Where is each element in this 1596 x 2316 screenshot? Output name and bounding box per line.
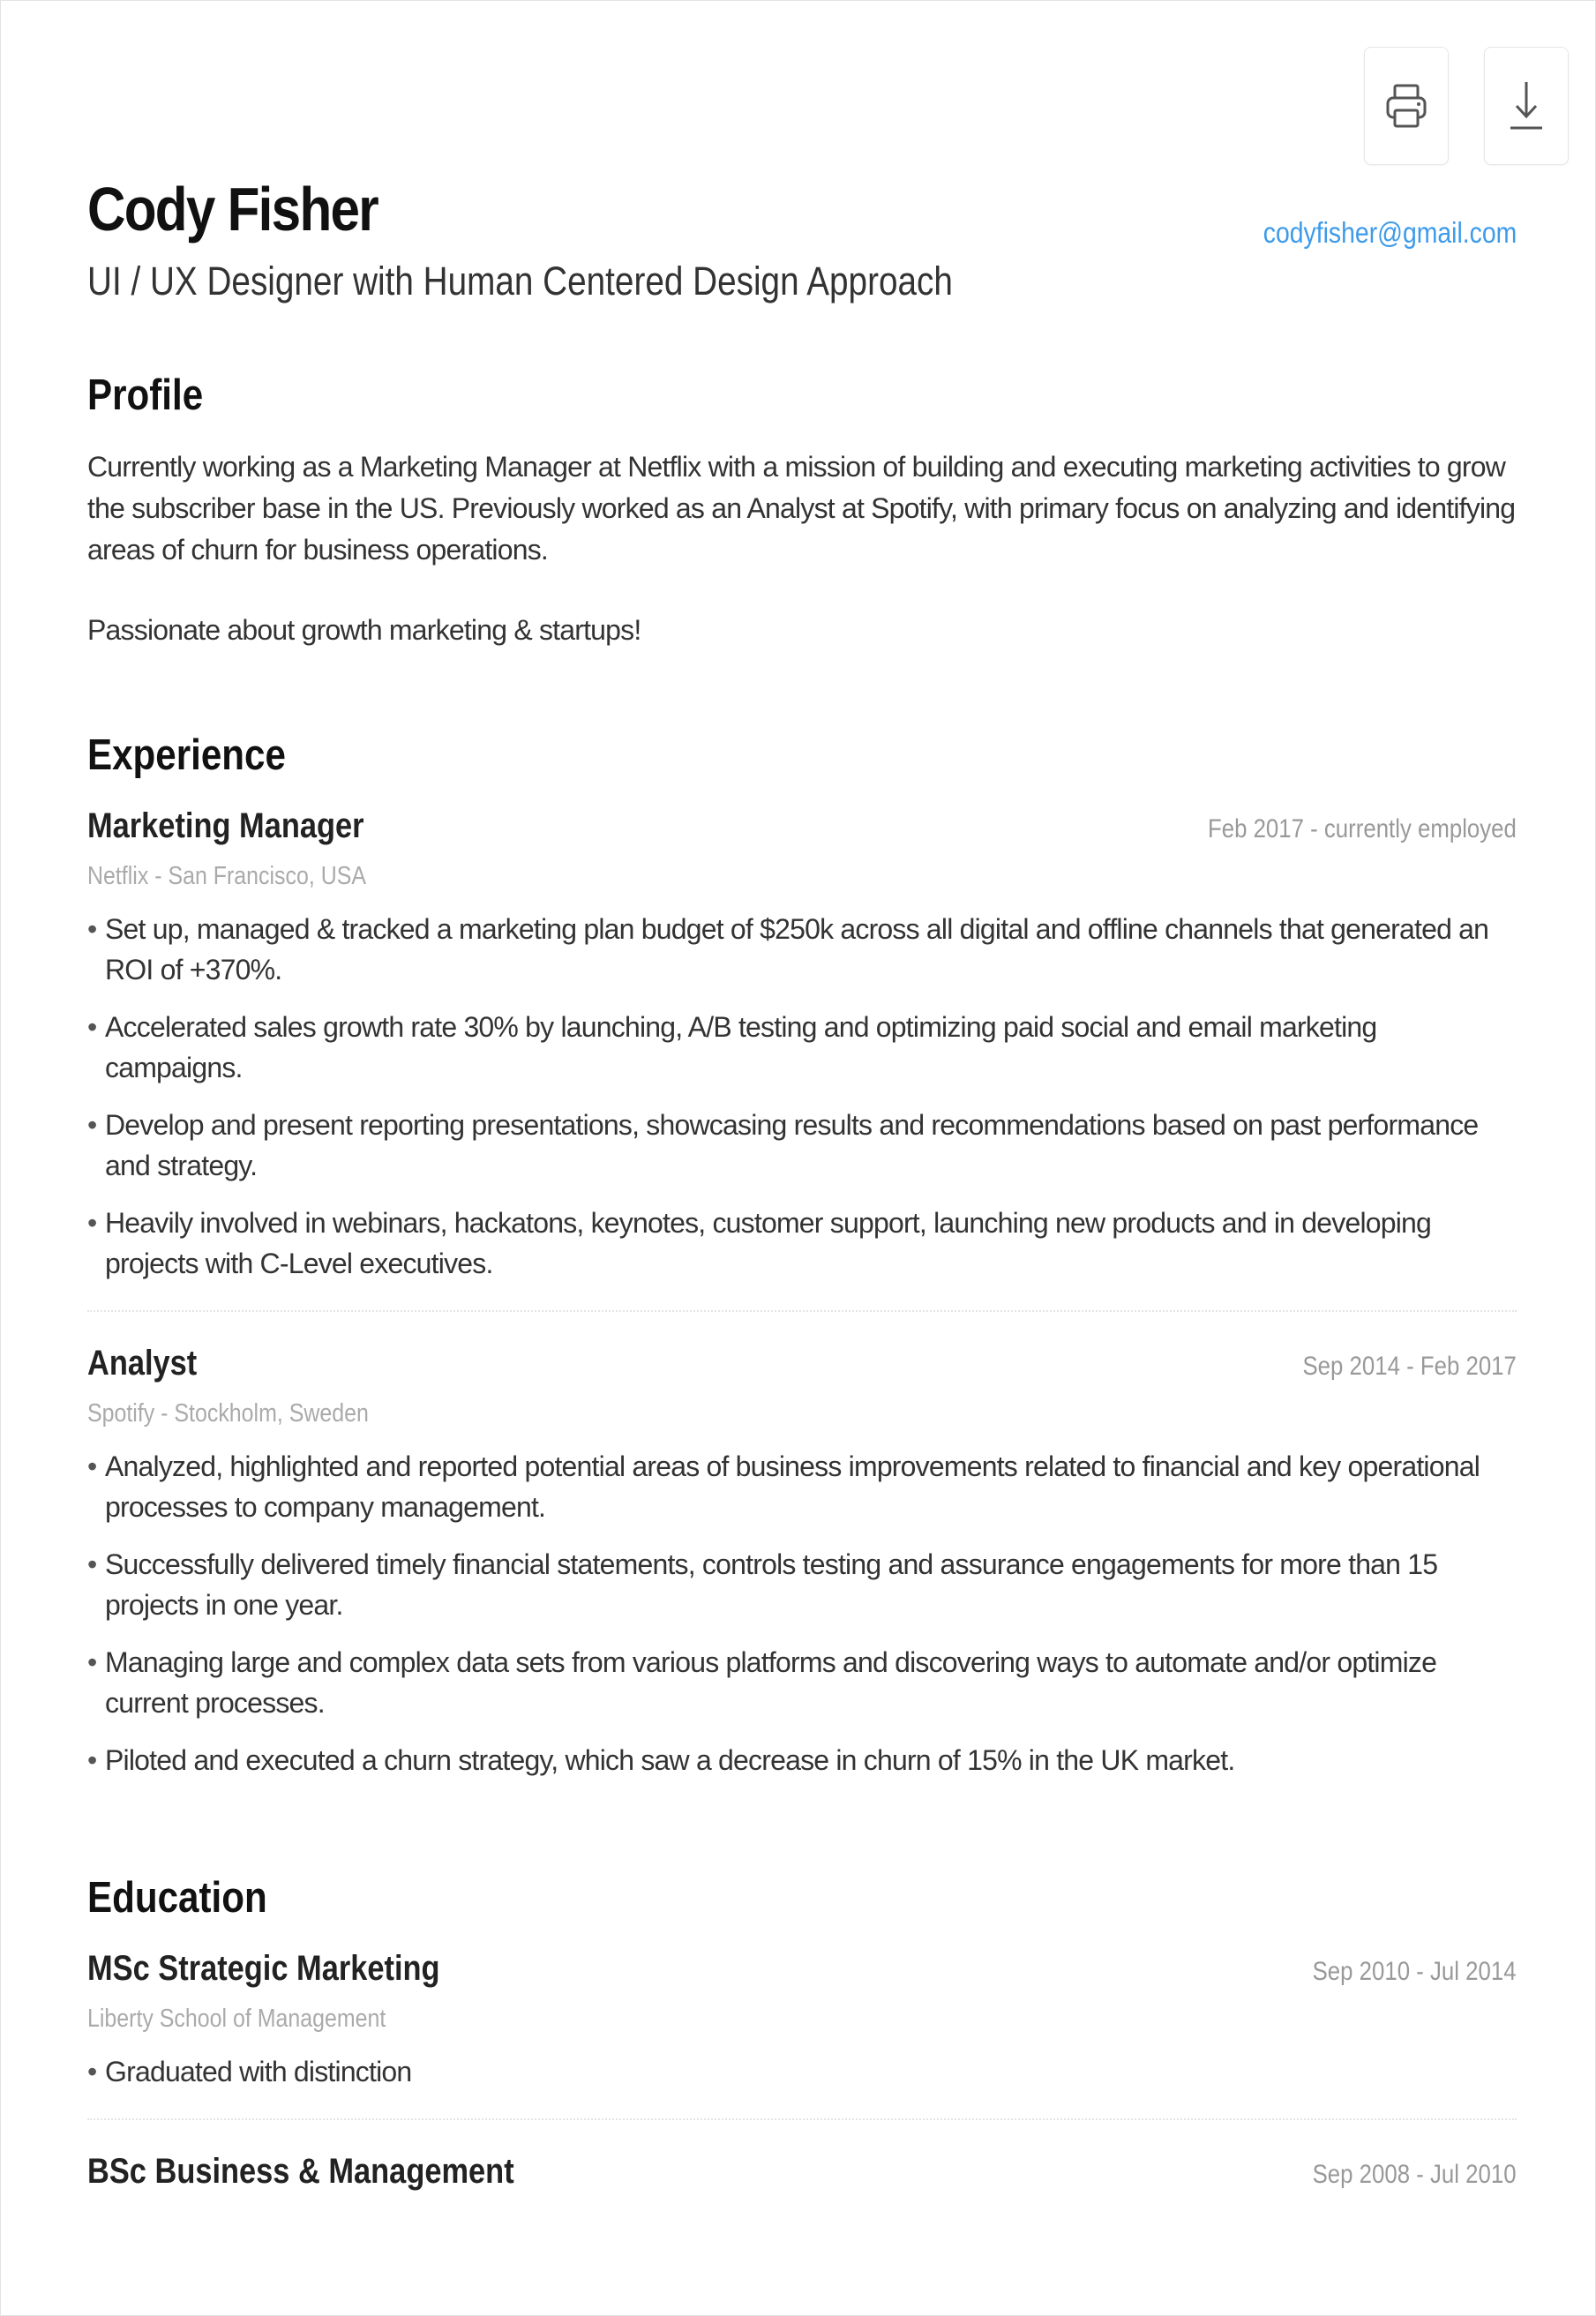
- resume-content: Cody Fisher codyfisher@gmail.com UI / UX…: [87, 175, 1517, 2192]
- printer-icon: [1386, 84, 1427, 128]
- job-company: Spotify - Stockholm, Sweden: [87, 1399, 369, 1428]
- list-item: Graduated with distinction: [87, 2051, 1517, 2092]
- job-title: Marketing Manager: [87, 806, 364, 845]
- degree-title: MSc Strategic Marketing: [87, 1949, 440, 1988]
- job-bullets: Set up, managed & tracked a marketing pl…: [87, 909, 1517, 1284]
- email-link[interactable]: codyfisher@gmail.com: [1263, 216, 1517, 250]
- degree-title: BSc Business & Management: [87, 2152, 514, 2191]
- education-bullets: Graduated with distinction: [87, 2051, 1517, 2092]
- experience-entry: Marketing Manager Feb 2017 - currently e…: [87, 806, 1517, 1284]
- experience-heading: Experience: [87, 731, 286, 779]
- education-heading: Education: [87, 1874, 267, 1922]
- education-dates: Sep 2010 - Jul 2014: [1313, 1957, 1517, 1986]
- entry-header: Marketing Manager Feb 2017 - currently e…: [87, 806, 1517, 846]
- candidate-name: Cody Fisher: [87, 175, 379, 244]
- profile-paragraph: Passionate about growth marketing & star…: [87, 614, 641, 646]
- list-item: Successfully delivered timely financial …: [87, 1544, 1517, 1625]
- entry-header: MSc Strategic Marketing Sep 2010 - Jul 2…: [87, 1949, 1517, 1989]
- download-icon: [1510, 82, 1542, 130]
- job-dates: Feb 2017 - currently employed: [1208, 814, 1517, 843]
- education-entry: MSc Strategic Marketing Sep 2010 - Jul 2…: [87, 1949, 1517, 2092]
- list-item: Develop and present reporting presentati…: [87, 1105, 1517, 1186]
- list-item: Heavily involved in webinars, hackatons,…: [87, 1203, 1517, 1284]
- list-item: Managing large and complex data sets fro…: [87, 1642, 1517, 1723]
- list-item: Analyzed, highlighted and reported poten…: [87, 1446, 1517, 1527]
- education-dates: Sep 2008 - Jul 2010: [1313, 2160, 1517, 2189]
- education-entry: BSc Business & Management Sep 2008 - Jul…: [87, 2152, 1517, 2192]
- profile-summary: Currently working as a Marketing Manager…: [87, 446, 1517, 651]
- entry-header: Analyst Sep 2014 - Feb 2017: [87, 1344, 1517, 1383]
- resume-page: Cody Fisher codyfisher@gmail.com UI / UX…: [0, 0, 1596, 2316]
- experience-entry: Analyst Sep 2014 - Feb 2017 Spotify - St…: [87, 1344, 1517, 1780]
- job-company: Netflix - San Francisco, USA: [87, 862, 367, 890]
- download-button[interactable]: [1484, 47, 1569, 165]
- candidate-tagline: UI / UX Designer with Human Centered Des…: [87, 259, 953, 304]
- divider: [87, 2118, 1517, 2120]
- profile-heading: Profile: [87, 371, 204, 419]
- entry-header: BSc Business & Management Sep 2008 - Jul…: [87, 2152, 1517, 2192]
- profile-paragraph: Currently working as a Marketing Manager…: [87, 451, 1516, 566]
- resume-header: Cody Fisher codyfisher@gmail.com: [87, 175, 1517, 250]
- divider: [87, 1310, 1517, 1312]
- list-item: Set up, managed & tracked a marketing pl…: [87, 909, 1517, 990]
- print-button[interactable]: [1364, 47, 1449, 165]
- toolbar: [1364, 47, 1569, 165]
- school-name: Liberty School of Management: [87, 2005, 386, 2033]
- job-dates: Sep 2014 - Feb 2017: [1302, 1352, 1517, 1381]
- list-item: Piloted and executed a churn strategy, w…: [87, 1740, 1517, 1780]
- job-bullets: Analyzed, highlighted and reported poten…: [87, 1446, 1517, 1780]
- list-item: Accelerated sales growth rate 30% by lau…: [87, 1007, 1517, 1088]
- job-title: Analyst: [87, 1344, 198, 1383]
